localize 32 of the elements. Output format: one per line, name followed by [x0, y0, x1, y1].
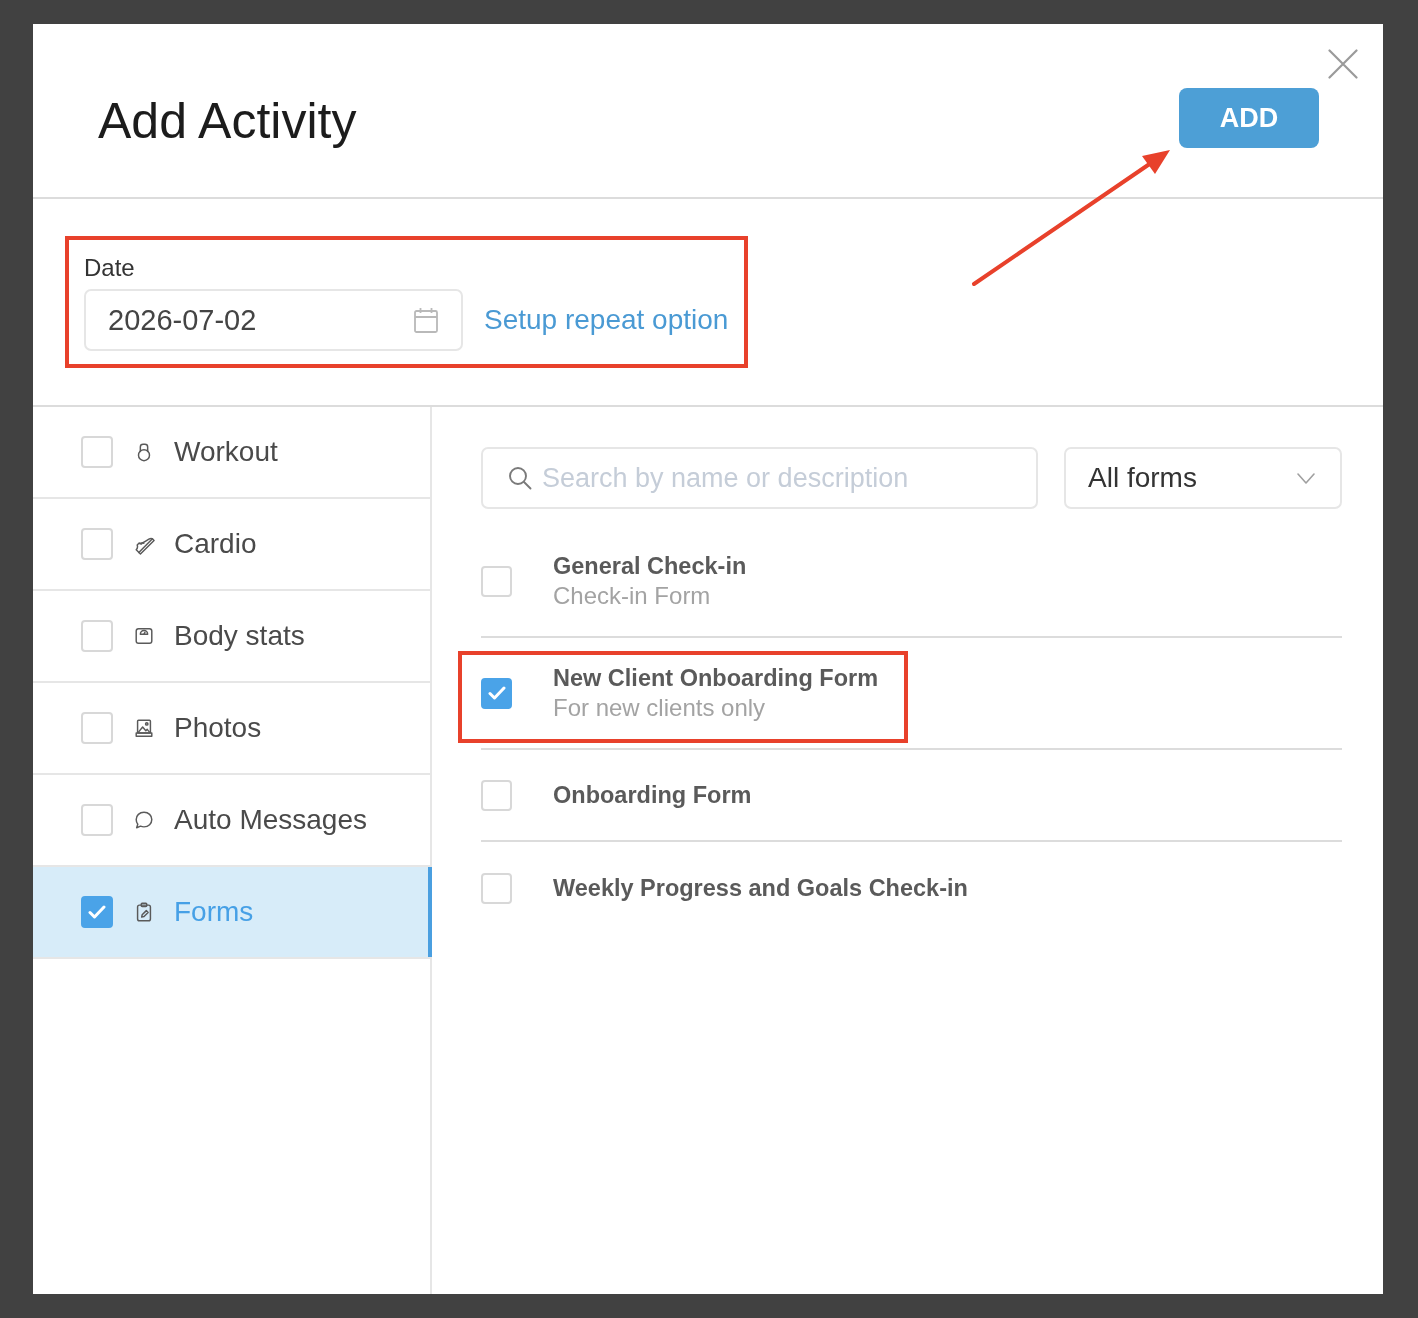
check-icon [88, 905, 106, 919]
dialog-title: Add Activity [98, 92, 357, 151]
checkbox[interactable] [481, 565, 512, 597]
form-description: Check-in Form [553, 581, 712, 611]
form-title: Onboarding Form [553, 781, 752, 810]
chevron-down-icon [1297, 472, 1315, 484]
search-field[interactable]: Search by name or description [481, 447, 1038, 509]
date-field[interactable]: 2026-07-02 [84, 289, 463, 351]
date-label: Date [84, 253, 136, 283]
checkbox[interactable] [81, 436, 113, 468]
checkbox[interactable] [81, 528, 113, 560]
form-title: New Client Onboarding Form [553, 664, 879, 693]
check-icon [487, 686, 506, 700]
activity-type-item[interactable]: Cardio [33, 499, 430, 591]
checkbox[interactable] [81, 804, 113, 836]
activity-type-item[interactable]: Workout [33, 407, 430, 499]
checkbox[interactable] [481, 872, 512, 904]
filter-dropdown[interactable]: All forms [1064, 447, 1342, 509]
calendar-icon [414, 307, 438, 333]
checkbox[interactable] [81, 712, 113, 744]
activity-type-item[interactable]: Photos [33, 683, 430, 775]
close-icon[interactable] [1328, 49, 1358, 79]
checkbox[interactable] [481, 779, 512, 811]
form-title: Weekly Progress and Goals Check-in [553, 874, 968, 903]
activity-type-item[interactable]: Body stats [33, 591, 430, 683]
form-description: For new clients only [553, 693, 767, 723]
checkbox[interactable] [481, 677, 512, 709]
checkbox[interactable] [81, 620, 113, 652]
form-title: General Check-in [553, 552, 747, 581]
checkbox[interactable] [81, 896, 113, 928]
picture-icon [133, 716, 155, 740]
search-icon [508, 466, 532, 490]
